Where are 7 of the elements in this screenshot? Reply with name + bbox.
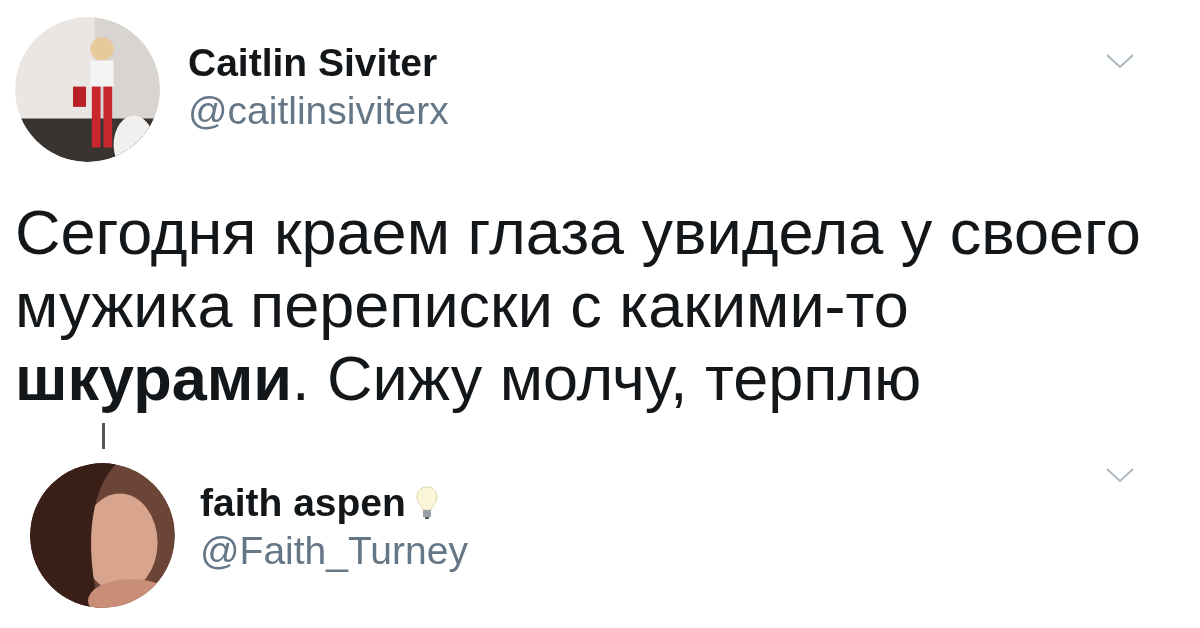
chevron-down-icon[interactable] [1105, 53, 1135, 69]
author-handle[interactable]: @caitlinsiviterx [188, 89, 449, 133]
chevron-down-icon[interactable] [1105, 467, 1135, 483]
author-name[interactable]: faith aspen [200, 481, 406, 525]
author-name[interactable]: Caitlin Siviter [188, 41, 438, 85]
tweet-text: Сегодня краем глаза увидела у своего мужика переписки с какими-то шкурами. Сижу молчу, терплю [15, 196, 1142, 415]
author-handle[interactable]: @Faith_Turney [200, 529, 468, 573]
